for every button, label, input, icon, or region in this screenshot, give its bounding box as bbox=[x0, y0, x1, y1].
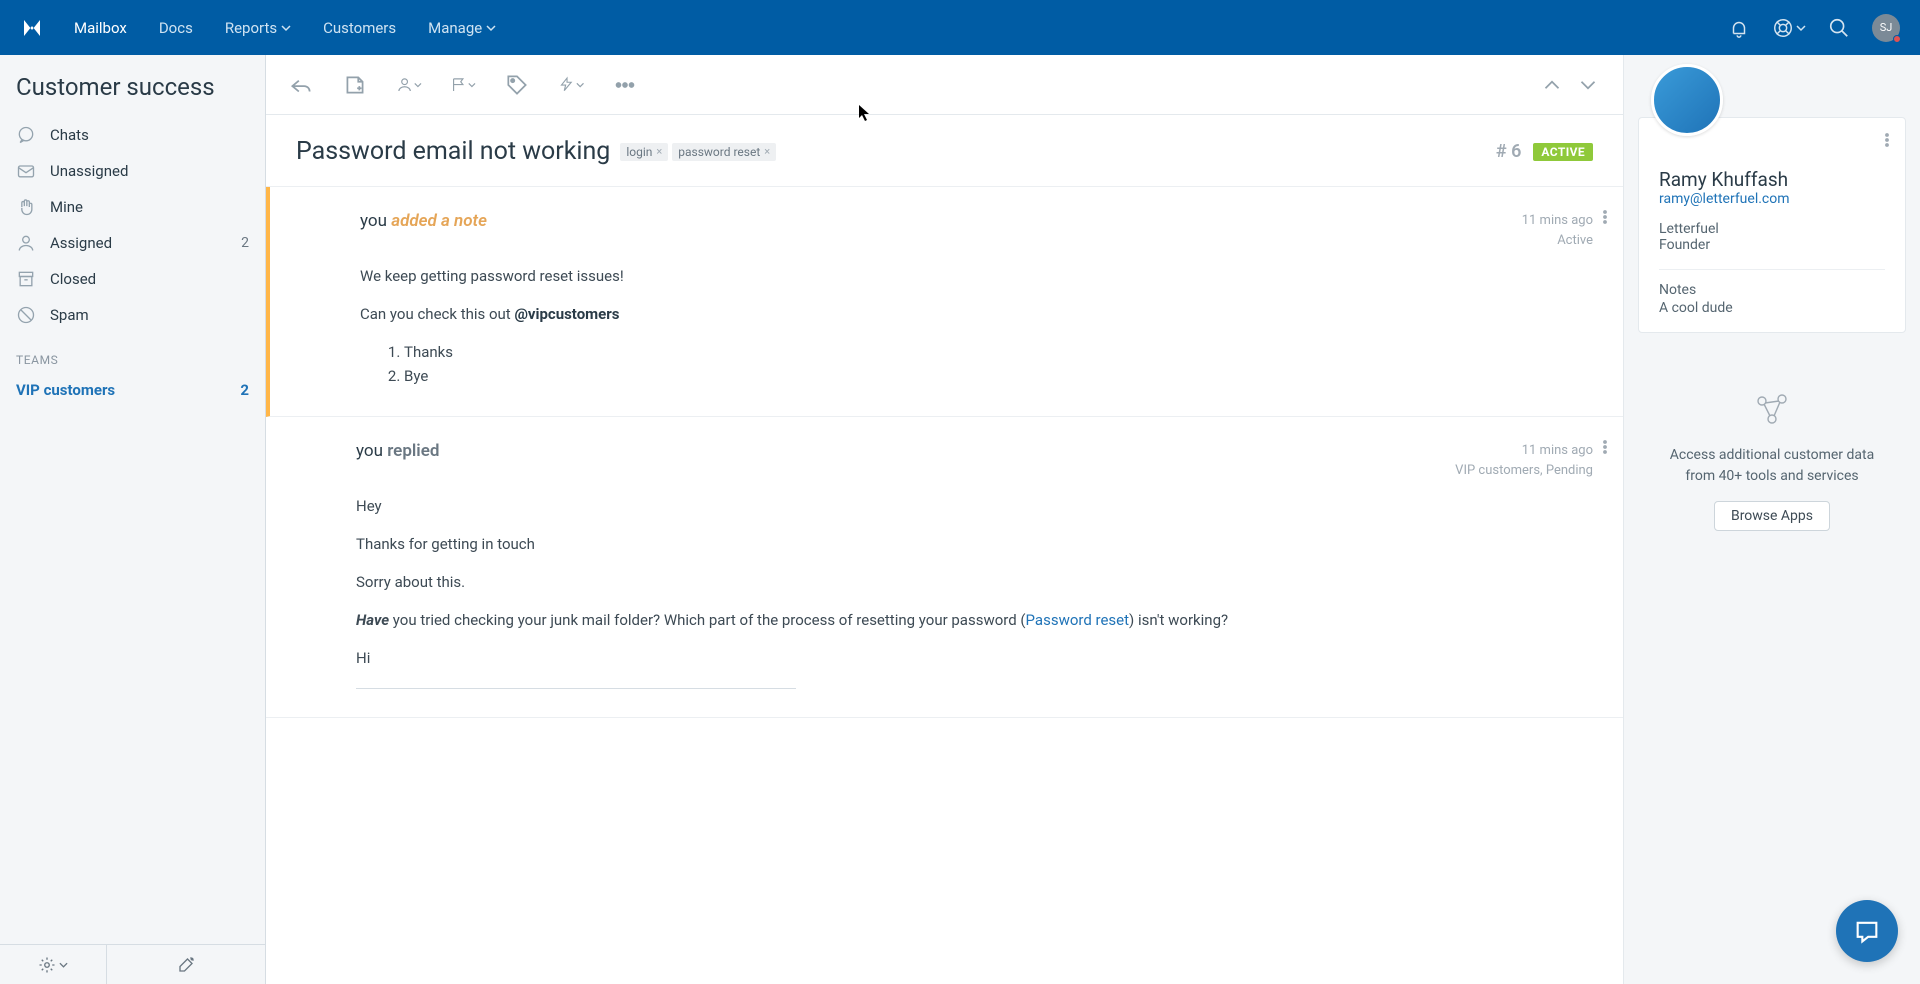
post-more-button[interactable] bbox=[1597, 209, 1613, 229]
beacon-button[interactable] bbox=[1836, 900, 1898, 962]
assign-button[interactable] bbox=[396, 72, 422, 98]
customer-name: Ramy Khuffash bbox=[1659, 168, 1885, 191]
status-button[interactable] bbox=[450, 72, 476, 98]
notes-label: Notes bbox=[1659, 282, 1885, 298]
chevron-down-icon bbox=[414, 80, 422, 90]
settings-button[interactable] bbox=[0, 945, 107, 984]
divider bbox=[1659, 269, 1885, 270]
folder-unassigned[interactable]: Unassigned bbox=[0, 153, 265, 189]
flag-icon bbox=[450, 76, 467, 93]
tag-login[interactable]: login× bbox=[620, 143, 668, 161]
folder-spam[interactable]: Spam bbox=[0, 297, 265, 333]
sidebar: Customer success Chats Unassigned Mine A… bbox=[0, 55, 266, 984]
customer-avatar[interactable] bbox=[1651, 64, 1723, 136]
folder-mine[interactable]: Mine bbox=[0, 189, 265, 225]
apps-icon bbox=[1658, 389, 1886, 445]
notes-text: A cool dude bbox=[1659, 300, 1885, 316]
nav-manage[interactable]: Manage bbox=[428, 19, 496, 37]
chevron-down-icon bbox=[1796, 23, 1806, 33]
conversation-panel: Password email not working login× passwo… bbox=[266, 55, 1624, 984]
team-vip-customers[interactable]: VIP customers2 bbox=[0, 373, 265, 407]
chevron-down-icon bbox=[281, 23, 291, 33]
compose-button[interactable] bbox=[107, 945, 265, 984]
envelope-icon bbox=[16, 161, 36, 181]
folder-closed[interactable]: Closed bbox=[0, 261, 265, 297]
folder-assigned[interactable]: Assigned2 bbox=[0, 225, 265, 261]
remove-tag-icon[interactable]: × bbox=[656, 145, 662, 158]
tag-icon[interactable] bbox=[504, 72, 530, 98]
apps-promo: Access additional customer data from 40+… bbox=[1638, 379, 1906, 541]
chevron-down-icon bbox=[468, 80, 476, 90]
customer-card: Ramy Khuffash ramy@letterfuel.com Letter… bbox=[1638, 117, 1906, 333]
nav-customers[interactable]: Customers bbox=[323, 19, 396, 37]
tag-password-reset[interactable]: password reset× bbox=[672, 143, 776, 161]
user-icon bbox=[16, 233, 36, 253]
customer-more-button[interactable] bbox=[1879, 132, 1895, 152]
lifering-icon[interactable] bbox=[1772, 17, 1794, 39]
browse-apps-button[interactable]: Browse Apps bbox=[1714, 501, 1830, 531]
signature-divider bbox=[356, 688, 796, 689]
customer-title: Founder bbox=[1659, 237, 1885, 253]
post-more-button[interactable] bbox=[1597, 439, 1613, 459]
customer-company: Letterfuel bbox=[1659, 221, 1885, 237]
conversation-number: # 6 bbox=[1496, 141, 1522, 162]
compose-icon bbox=[177, 956, 195, 974]
prev-conversation[interactable] bbox=[1539, 72, 1565, 98]
thread: you added a note 11 mins agoActive We ke… bbox=[266, 187, 1623, 984]
bolt-icon bbox=[558, 76, 575, 93]
post-meta: 11 mins agoActive bbox=[1522, 211, 1593, 250]
remove-tag-icon[interactable]: × bbox=[764, 145, 770, 158]
nav-docs[interactable]: Docs bbox=[159, 19, 193, 37]
customer-sidebar: Ramy Khuffash ramy@letterfuel.com Letter… bbox=[1624, 55, 1920, 984]
status-badge: ACTIVE bbox=[1533, 143, 1593, 161]
mention[interactable]: @vipcustomers bbox=[514, 305, 619, 323]
folder-chats[interactable]: Chats bbox=[0, 117, 265, 153]
thread-item-reply: you replied 11 mins agoVIP customers, Pe… bbox=[266, 417, 1623, 718]
chat-icon bbox=[16, 125, 36, 145]
app-logo[interactable] bbox=[20, 16, 44, 40]
post-author: you replied bbox=[356, 441, 439, 480]
post-author: you added a note bbox=[360, 211, 487, 250]
chevron-down-icon bbox=[576, 80, 584, 90]
thread-item-note: you added a note 11 mins agoActive We ke… bbox=[266, 187, 1623, 417]
customer-email[interactable]: ramy@letterfuel.com bbox=[1659, 191, 1885, 207]
post-body: We keep getting password reset issues! C… bbox=[360, 264, 1593, 388]
spam-icon bbox=[16, 305, 36, 325]
user-icon bbox=[396, 76, 413, 93]
nav-reports[interactable]: Reports bbox=[225, 19, 291, 37]
reply-icon[interactable] bbox=[288, 72, 314, 98]
subject-row: Password email not working login× passwo… bbox=[266, 115, 1623, 187]
post-body: Hey Thanks for getting in touch Sorry ab… bbox=[356, 494, 1593, 689]
chevron-down-icon bbox=[59, 956, 68, 974]
workflow-button[interactable] bbox=[558, 72, 584, 98]
conversation-subject: Password email not working bbox=[296, 137, 610, 166]
chat-icon bbox=[1853, 917, 1881, 945]
search-icon[interactable] bbox=[1828, 17, 1850, 39]
top-nav: Mailbox Docs Reports Customers Manage SJ bbox=[0, 0, 1920, 55]
password-reset-link[interactable]: Password reset bbox=[1026, 611, 1129, 629]
archive-icon bbox=[16, 269, 36, 289]
apps-text: Access additional customer data from 40+… bbox=[1658, 445, 1886, 487]
conversation-toolbar bbox=[266, 55, 1623, 115]
user-avatar[interactable]: SJ bbox=[1872, 14, 1900, 42]
hand-icon bbox=[16, 197, 36, 217]
more-icon[interactable] bbox=[612, 72, 638, 98]
nav-mailbox[interactable]: Mailbox bbox=[74, 19, 127, 37]
note-icon[interactable] bbox=[342, 72, 368, 98]
chevron-down-icon bbox=[486, 23, 496, 33]
bell-icon[interactable] bbox=[1728, 17, 1750, 39]
status-dot bbox=[1893, 35, 1901, 43]
mailbox-title: Customer success bbox=[0, 55, 265, 115]
teams-heading: TEAMS bbox=[0, 335, 265, 373]
gear-icon bbox=[38, 956, 56, 974]
post-meta: 11 mins agoVIP customers, Pending bbox=[1455, 441, 1593, 480]
next-conversation[interactable] bbox=[1575, 72, 1601, 98]
